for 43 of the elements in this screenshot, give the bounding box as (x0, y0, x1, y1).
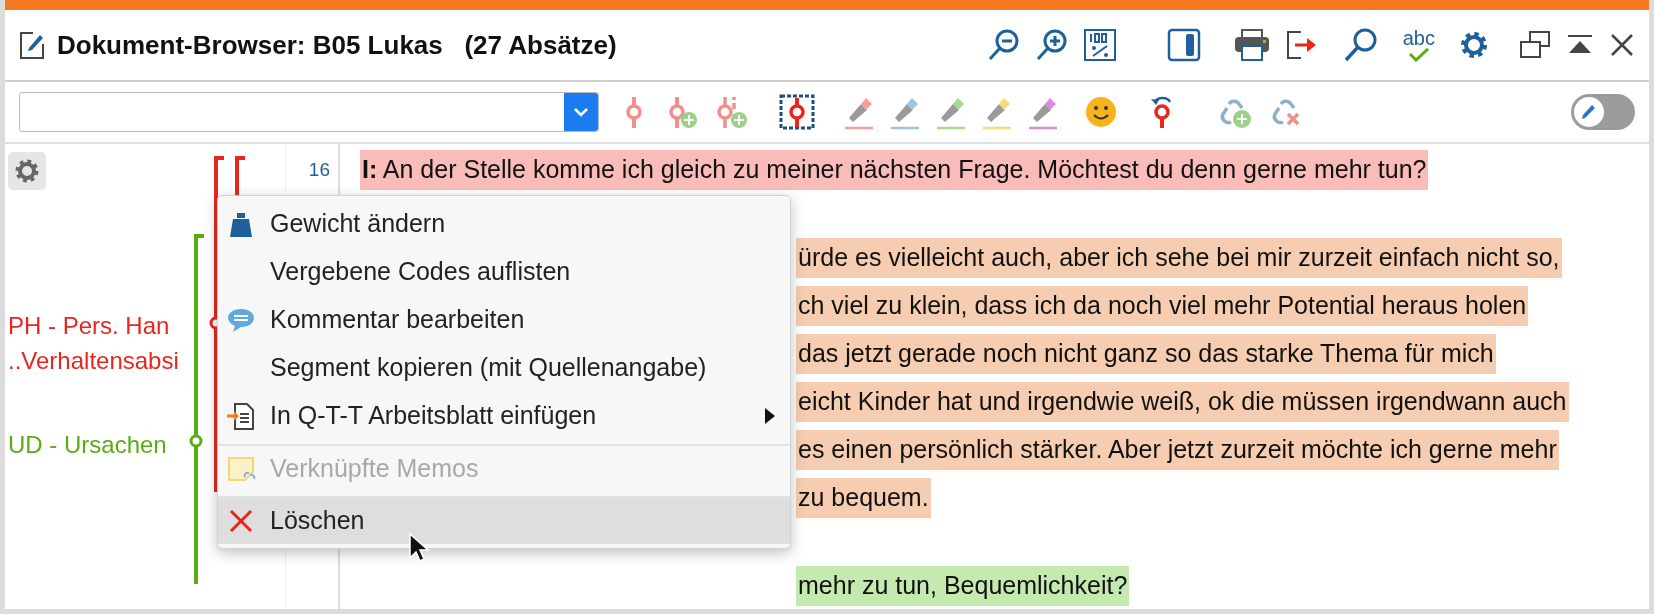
worksheet-icon (226, 401, 256, 431)
actual-size-icon[interactable] (1082, 28, 1117, 62)
coding-stripe[interactable] (194, 234, 204, 584)
paragraph-text: mehr zu tun, Bequemlichkeit? (796, 566, 1130, 606)
paragraph-text: ürde es vielleicht auch, aber ich sehe bei mir zurzeit einfach nicht so, (796, 238, 1562, 278)
menu-item[interactable]: Kommentar bearbeiten (218, 296, 790, 344)
menu-item[interactable]: Segment kopieren (mit Quellenangabe) (218, 344, 790, 392)
search-icon[interactable] (1342, 27, 1379, 63)
zoom-out-icon[interactable] (986, 28, 1021, 62)
panel-icon[interactable] (1166, 28, 1201, 62)
edit-icon (19, 30, 45, 60)
code-pin-select-icon[interactable] (779, 94, 815, 130)
settings-button[interactable] (8, 152, 46, 190)
paragraph-text: zu bequem. (796, 478, 931, 518)
menu-item[interactable]: In Q-T-T Arbeitsblatt einfügen (218, 392, 790, 440)
close-icon[interactable] (1609, 32, 1635, 58)
memo-icon (226, 454, 256, 484)
paragraph-text: eicht Kinder hat und irgendwie weiß, ok die müssen irgendwann auch (796, 382, 1569, 422)
menu-item[interactable]: Gewicht ändern (218, 200, 790, 248)
spellcheck-button[interactable]: abc (1402, 28, 1435, 62)
zoom-in-icon[interactable] (1034, 28, 1069, 62)
menu-item[interactable]: Löschen (218, 496, 790, 544)
submenu-arrow-icon (764, 407, 776, 425)
settings-icon (13, 157, 41, 185)
pencil-icon (1580, 103, 1598, 121)
smiley-icon[interactable] (1085, 96, 1117, 128)
paragraph-text: das jetzt gerade noch nicht ganz so das starke Thema für mich (796, 334, 1496, 374)
restore-window-icon[interactable] (1519, 30, 1551, 60)
menu-item[interactable]: Vergebene Codes auflisten (218, 248, 790, 296)
chevron-down-icon (573, 107, 589, 117)
paragraph-text: ch viel zu klein, dass ich da noch viel mehr Potential heraus holen (796, 286, 1529, 326)
coding-node[interactable] (189, 434, 203, 448)
print-icon[interactable] (1232, 28, 1271, 62)
coding-stripe[interactable] (214, 156, 224, 492)
paragraph-text: I: An der Stelle komme ich gleich zu meiner nächsten Frage. Möchtest du denn gerne mehr tun? (360, 150, 1429, 190)
edit-mode-toggle[interactable] (1571, 94, 1635, 130)
paragraph-text: es einen persönlich stärker. Aber jetzt zurzeit möchte ich gerne mehr (796, 430, 1559, 470)
window-title: Dokument-Browser: B05 Lukas (27 Absätze) (57, 28, 617, 62)
code-combobox[interactable] (19, 92, 599, 132)
check-icon (1407, 48, 1430, 62)
code-label[interactable]: ..Verhaltensabsi (8, 343, 179, 379)
code-label[interactable]: PH - Pers. Han (8, 308, 170, 344)
line-number: 16 (308, 158, 331, 182)
